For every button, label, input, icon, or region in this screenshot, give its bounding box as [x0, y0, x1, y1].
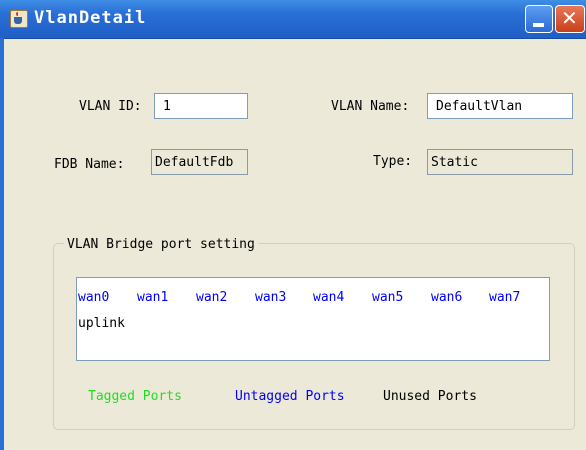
port-wan0[interactable]: wan0 [78, 290, 109, 305]
port-wan1[interactable]: wan1 [137, 290, 168, 305]
fdb-name-field: DefaultFdb [151, 149, 248, 175]
bridge-port-group-title: VLAN Bridge port setting [64, 237, 258, 252]
port-wan2[interactable]: wan2 [196, 290, 227, 305]
window-left-border [0, 38, 4, 450]
type-field: Static [427, 149, 573, 175]
minimize-icon [533, 23, 544, 27]
title-bar[interactable]: VlanDetail ✕ [0, 0, 586, 39]
type-label: Type: [373, 154, 413, 169]
port-uplink[interactable]: uplink [78, 316, 125, 331]
close-button[interactable]: ✕ [555, 5, 585, 33]
vlan-name-label: VLAN Name: [331, 99, 410, 114]
port-wan5[interactable]: wan5 [372, 290, 403, 305]
port-wan6[interactable]: wan6 [431, 290, 462, 305]
window-title: VlanDetail [34, 8, 147, 28]
java-app-icon [10, 10, 28, 28]
vlan-id-label: VLAN ID: [79, 99, 142, 114]
legend-tagged-ports: Tagged Ports [88, 389, 182, 404]
fdb-name-label: FDB Name: [54, 157, 125, 172]
legend-unused-ports: Unused Ports [383, 389, 477, 404]
legend-untagged-ports: Untagged Ports [235, 389, 345, 404]
vlan-name-field[interactable]: DefaultVlan [427, 93, 573, 119]
vlan-id-field[interactable]: 1 [154, 93, 248, 119]
port-wan4[interactable]: wan4 [313, 290, 344, 305]
port-wan3[interactable]: wan3 [255, 290, 286, 305]
vlan-detail-window: VlanDetail ✕ VLAN ID: 1 VLAN Name: Defau… [0, 0, 586, 450]
minimize-button[interactable] [525, 5, 553, 33]
close-icon: ✕ [561, 6, 578, 30]
port-wan7[interactable]: wan7 [489, 290, 520, 305]
